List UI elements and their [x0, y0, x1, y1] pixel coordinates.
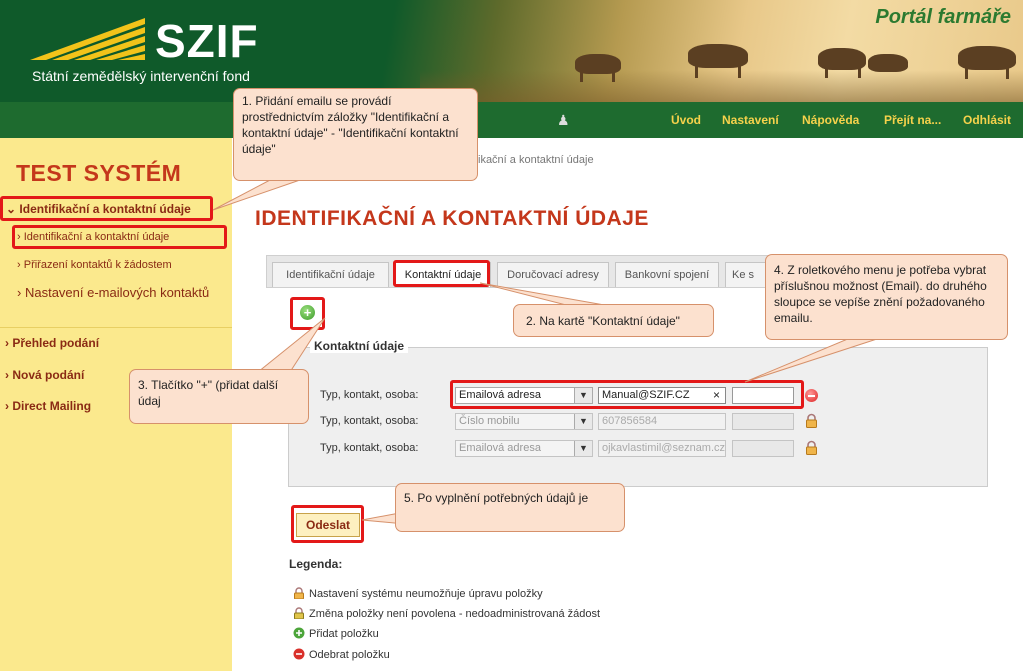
page-title: IDENTIFIKAČNÍ A KONTAKTNÍ ÚDAJE	[255, 207, 649, 230]
lock-icon	[294, 587, 304, 599]
submit-button[interactable]: Odeslat	[296, 513, 360, 537]
lock-warning-icon	[294, 607, 304, 619]
user-icon[interactable]: ♟	[557, 112, 570, 129]
logo-subtitle: Státní zemědělský intervenční fond	[32, 68, 250, 84]
chevron-right-icon: ›	[5, 368, 9, 382]
cow-leg	[695, 66, 698, 78]
szif-logo-icon	[30, 18, 145, 60]
fieldset-legend: Kontaktní údaje	[310, 339, 409, 353]
nav-napoveda[interactable]: Nápověda	[802, 113, 859, 127]
legend-item: Odebrat položku	[293, 648, 390, 661]
cow-leg	[825, 68, 828, 78]
sidebar-item-label: Nová podání	[12, 368, 85, 382]
nav-prejit-na[interactable]: Přejít na...	[884, 113, 941, 127]
add-item-button[interactable]: +	[300, 305, 315, 320]
cow-leg	[580, 72, 583, 82]
sidebar-item-label: Přehled podání	[12, 336, 100, 350]
sidebar-item-identifikacni[interactable]: ⌄ Identifikační a kontaktní údaje	[6, 202, 191, 216]
legend-item: Přidat položku	[293, 627, 379, 640]
legend-item: Nastavení systému neumožňuje úpravu polo…	[293, 587, 543, 600]
add-icon	[293, 627, 305, 639]
system-title: TEST SYSTÉM	[16, 160, 182, 186]
legend-item: Změna položky není povolena - nedoadmini…	[293, 607, 600, 620]
banner-field	[420, 70, 1023, 102]
contact-person-input	[732, 413, 794, 430]
header-banner: SZIF Státní zemědělský intervenční fond …	[0, 0, 1023, 102]
remove-item-icon[interactable]	[805, 389, 818, 402]
sidebar-item-nova-podani[interactable]: › Nová podání	[5, 368, 84, 382]
sidebar-divider	[0, 327, 232, 328]
legend-label: Přidat položku	[309, 628, 379, 640]
row-label: Typ, kontakt, osoba:	[320, 415, 419, 427]
chevron-right-icon: ›	[5, 399, 9, 413]
tab-dorucovaci-adresy[interactable]: Doručovací adresy	[497, 262, 609, 287]
legend-label: Změna položky není povolena - nedoadmini…	[309, 608, 601, 620]
breadcrumb[interactable]: ikační a kontaktní údaje	[478, 154, 594, 166]
callout-step-3: 3. Tlačítko "+" (přidat další údaj	[129, 369, 309, 424]
cow-silhouette	[958, 46, 1016, 70]
contact-value-input: 607856584	[598, 413, 726, 430]
select-value: Emailová adresa	[459, 442, 541, 454]
lock-icon	[806, 440, 817, 455]
callout-step-4: 4. Z roletkového menu je potřeba vybrat …	[765, 254, 1008, 340]
cow-silhouette	[575, 54, 621, 74]
sidebar-item-direct-mailing[interactable]: › Direct Mailing	[5, 399, 91, 413]
top-navigation: ♟ Úvod Nastavení Nápověda Přejít na... O…	[0, 102, 1023, 138]
chevron-right-icon: ›	[17, 259, 21, 271]
sidebar-subitem-email-kontakty[interactable]: › Nastavení e-mailových kontaktů	[17, 285, 209, 300]
legend-label: Odebrat položku	[309, 649, 390, 661]
chevron-down-icon: ▼	[574, 441, 592, 456]
chevron-down-icon: ⌄	[6, 202, 17, 216]
sidebar-subitem-label: Nastavení e-mailových kontaktů	[24, 285, 210, 300]
contact-person-input	[732, 440, 794, 457]
chevron-right-icon: ›	[17, 231, 21, 243]
sidebar-subitem-label: Přiřazení kontaktů k žádostem	[23, 259, 172, 271]
contact-type-select: Číslo mobilu ▼	[455, 413, 593, 430]
cow-silhouette	[818, 48, 866, 70]
remove-icon	[293, 648, 305, 660]
input-value: 607856584	[602, 415, 658, 427]
lock-icon	[806, 413, 817, 428]
chevron-down-icon: ▼	[574, 414, 592, 429]
sidebar-item-label: Identifikační a kontaktní údaje	[19, 202, 191, 216]
sidebar-item-label: Direct Mailing	[12, 399, 92, 413]
highlight-box	[450, 380, 804, 409]
input-value: ojkavlastimil@seznam.cz	[602, 442, 726, 454]
sidebar-subitem-prirazeni[interactable]: › Přiřazení kontaktů k žádostem	[17, 259, 172, 271]
sidebar-subitem-label: Identifikační a kontaktní údaje	[23, 231, 170, 243]
cow-silhouette	[868, 54, 908, 72]
highlight-box	[393, 260, 490, 287]
tab-identifikacni-udaje[interactable]: Identifikační údaje	[272, 262, 389, 287]
chevron-right-icon: ›	[17, 285, 22, 300]
cow-leg	[738, 66, 741, 78]
contact-type-select: Emailová adresa ▼	[455, 440, 593, 457]
cow-leg	[858, 68, 861, 78]
callout-step-2: 2. Na kartě "Kontaktní údaje"	[513, 304, 714, 337]
nav-nastaveni[interactable]: Nastavení	[722, 113, 779, 127]
nav-odhlasit[interactable]: Odhlásit	[963, 113, 1011, 127]
portal-title: Portál farmáře	[875, 6, 1011, 28]
legend-title: Legenda:	[289, 557, 343, 571]
row-label: Typ, kontakt, osoba:	[320, 389, 419, 401]
callout-step-1: 1. Přidání emailu se provádí prostřednic…	[233, 88, 478, 181]
callout-step-5: 5. Po vyplnění potřebných údajů je	[395, 483, 625, 532]
cow-silhouette	[688, 44, 748, 68]
tab-ke-stazeni[interactable]: Ke s	[725, 262, 767, 287]
legend-label: Nastavení systému neumožňuje úpravu polo…	[309, 588, 543, 600]
cow-leg	[1006, 68, 1009, 79]
row-label: Typ, kontakt, osoba:	[320, 442, 419, 454]
logo-text: SZIF	[155, 15, 259, 67]
contact-value-input: ojkavlastimil@seznam.cz	[598, 440, 726, 457]
sidebar-subitem-identifikacni[interactable]: › Identifikační a kontaktní údaje	[17, 231, 169, 243]
cow-leg	[612, 72, 615, 82]
sidebar-item-prehled-podani[interactable]: › Přehled podání	[5, 336, 99, 350]
chevron-right-icon: ›	[5, 336, 9, 350]
nav-uvod[interactable]: Úvod	[671, 113, 701, 127]
select-value: Číslo mobilu	[459, 415, 520, 427]
tab-bankovni-spojeni[interactable]: Bankovní spojení	[615, 262, 719, 287]
cow-leg	[965, 68, 968, 79]
